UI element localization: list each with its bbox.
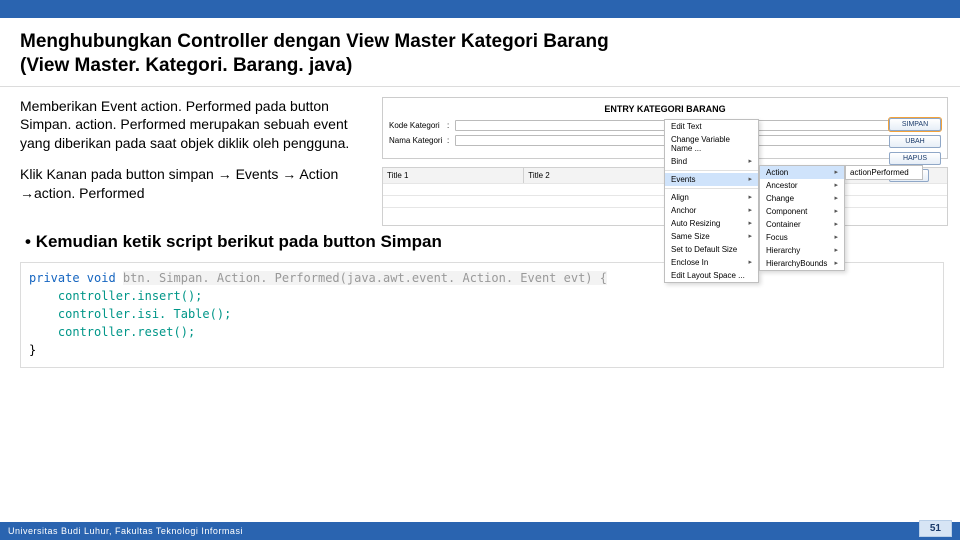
submenu-action[interactable]: Action ▸ <box>760 166 844 179</box>
chevron-right-icon: ▸ <box>748 258 752 266</box>
mi-label: Change <box>766 194 794 203</box>
submenu-events[interactable]: Action ▸ Ancestor ▸ Change ▸ Component ▸ Con… <box>759 165 845 271</box>
mi-label: Edit Text <box>671 122 702 131</box>
chevron-right-icon: ▸ <box>834 259 838 268</box>
mi-label: Action <box>766 168 788 177</box>
menu-same-size[interactable]: Same Size ▸ <box>665 230 758 243</box>
menu-enclose[interactable]: Enclose In ▸ <box>665 256 758 269</box>
mi-label: HierarchyBounds <box>766 259 827 268</box>
chevron-right-icon: ▸ <box>834 220 838 229</box>
menu-align[interactable]: Align ▸ <box>665 191 758 204</box>
code-line-1: private void btn. Simpan. Action. Perfor… <box>29 269 935 287</box>
chevron-right-icon: ▸ <box>834 194 838 203</box>
right-column: ENTRY KATEGORI BARANG Kode Kategori: Nam… <box>382 97 948 226</box>
p2-c: action. Performed <box>34 185 145 201</box>
mi-label: Align <box>671 193 689 202</box>
code-line-3: controller.isi. Table(); <box>29 305 935 323</box>
label-kode: Kode Kategori <box>389 121 447 130</box>
slide-heading: Menghubungkan Controller dengan View Mas… <box>0 18 960 87</box>
ubah-button[interactable]: UBAH <box>889 135 941 148</box>
menu-separator <box>665 188 758 189</box>
mi-label: Enclose In <box>671 258 708 267</box>
keyword: private void <box>29 271 123 285</box>
arrow-icon: → <box>282 166 296 182</box>
mi-label: Hierarchy <box>766 246 800 255</box>
colon: : <box>447 136 455 145</box>
code-block: private void btn. Simpan. Action. Perfor… <box>20 262 944 368</box>
p2-text: Klik Kanan pada button simpan <box>20 166 218 182</box>
page-number: 51 <box>919 520 952 537</box>
mi-label: Events <box>671 175 695 184</box>
mi-label: Set to Default Size <box>671 245 737 254</box>
mi-label: Focus <box>766 233 788 242</box>
left-column: Memberikan Event action. Performed pada … <box>20 97 370 226</box>
paragraph-2: Klik Kanan pada button simpan → Events →… <box>20 165 370 203</box>
submenu-hierarchybounds[interactable]: HierarchyBounds ▸ <box>760 257 844 270</box>
form-title: ENTRY KATEGORI BARANG <box>389 104 941 114</box>
signature: btn. Simpan. Action. Performed(java.awt.… <box>123 271 607 285</box>
context-menu[interactable]: Edit Text Change Variable Name ... Bind ▸… <box>664 119 759 283</box>
code-line-5: } <box>29 341 935 359</box>
p2-a: Events <box>236 166 283 182</box>
heading-line1: Menghubungkan Controller dengan View Mas… <box>20 31 609 52</box>
menu-edit-text[interactable]: Edit Text <box>665 120 758 133</box>
mi-label: Change Variable Name ... <box>671 135 752 153</box>
chevron-right-icon: ▸ <box>834 181 838 190</box>
chevron-right-icon: ▸ <box>834 233 838 242</box>
simpan-button[interactable]: SIMPAN <box>889 118 941 131</box>
menu-separator <box>665 170 758 171</box>
code-line-4: controller.reset(); <box>29 323 935 341</box>
mi-label: Bind <box>671 157 687 166</box>
arrow-icon: → <box>20 185 34 201</box>
mi-label: Auto Resizing <box>671 219 720 228</box>
chevron-right-icon: ▸ <box>834 246 838 255</box>
content-row: Memberikan Event action. Performed pada … <box>0 87 960 226</box>
arrow-icon: → <box>218 166 232 182</box>
submenu-container[interactable]: Container ▸ <box>760 218 844 231</box>
slide-top-bar <box>0 0 960 18</box>
hapus-button[interactable]: HAPUS <box>889 152 941 165</box>
code-line-2: controller.insert(); <box>29 287 935 305</box>
colon: : <box>447 121 455 130</box>
chevron-right-icon: ▸ <box>748 206 752 214</box>
chevron-right-icon: ▸ <box>834 207 838 216</box>
menu-edit-layout[interactable]: Edit Layout Space ... <box>665 269 758 282</box>
chevron-right-icon: ▸ <box>748 232 752 240</box>
submenu-component[interactable]: Component ▸ <box>760 205 844 218</box>
footer-text: Universitas Budi Luhur, Fakultas Teknolo… <box>8 526 243 536</box>
mi-label: Edit Layout Space ... <box>671 271 745 280</box>
submenu-change[interactable]: Change ▸ <box>760 192 844 205</box>
chevron-right-icon: ▸ <box>748 219 752 227</box>
menu-bind[interactable]: Bind ▸ <box>665 155 758 168</box>
col-2: Title 2 <box>524 168 665 183</box>
chevron-right-icon: ▸ <box>748 193 752 201</box>
mi-label: Container <box>766 220 801 229</box>
mi-label: Component <box>766 207 807 216</box>
label-nama: Nama Kategori <box>389 136 447 145</box>
menu-default-size[interactable]: Set to Default Size <box>665 243 758 256</box>
submenu-hierarchy[interactable]: Hierarchy ▸ <box>760 244 844 257</box>
submenu-actionperformed[interactable]: actionPerformed <box>845 165 923 180</box>
chevron-right-icon: ▸ <box>834 168 838 177</box>
menu-change-var[interactable]: Change Variable Name ... <box>665 133 758 155</box>
menu-events[interactable]: Events ▸ <box>665 173 758 186</box>
mi-label: Anchor <box>671 206 696 215</box>
heading-line2: (View Master. Kategori. Barang. java) <box>20 55 352 76</box>
mi-label: Ancestor <box>766 181 798 190</box>
submenu-ancestor[interactable]: Ancestor ▸ <box>760 179 844 192</box>
col-1: Title 1 <box>383 168 524 183</box>
chevron-right-icon: ▸ <box>748 175 752 183</box>
mi-label: Same Size <box>671 232 710 241</box>
menu-auto-resize[interactable]: Auto Resizing ▸ <box>665 217 758 230</box>
submenu-focus[interactable]: Focus ▸ <box>760 231 844 244</box>
paragraph-1: Memberikan Event action. Performed pada … <box>20 97 370 154</box>
chevron-right-icon: ▸ <box>748 157 752 165</box>
footer-bar: Universitas Budi Luhur, Fakultas Teknolo… <box>0 522 960 540</box>
p2-b: Action <box>299 166 338 182</box>
menu-anchor[interactable]: Anchor ▸ <box>665 204 758 217</box>
